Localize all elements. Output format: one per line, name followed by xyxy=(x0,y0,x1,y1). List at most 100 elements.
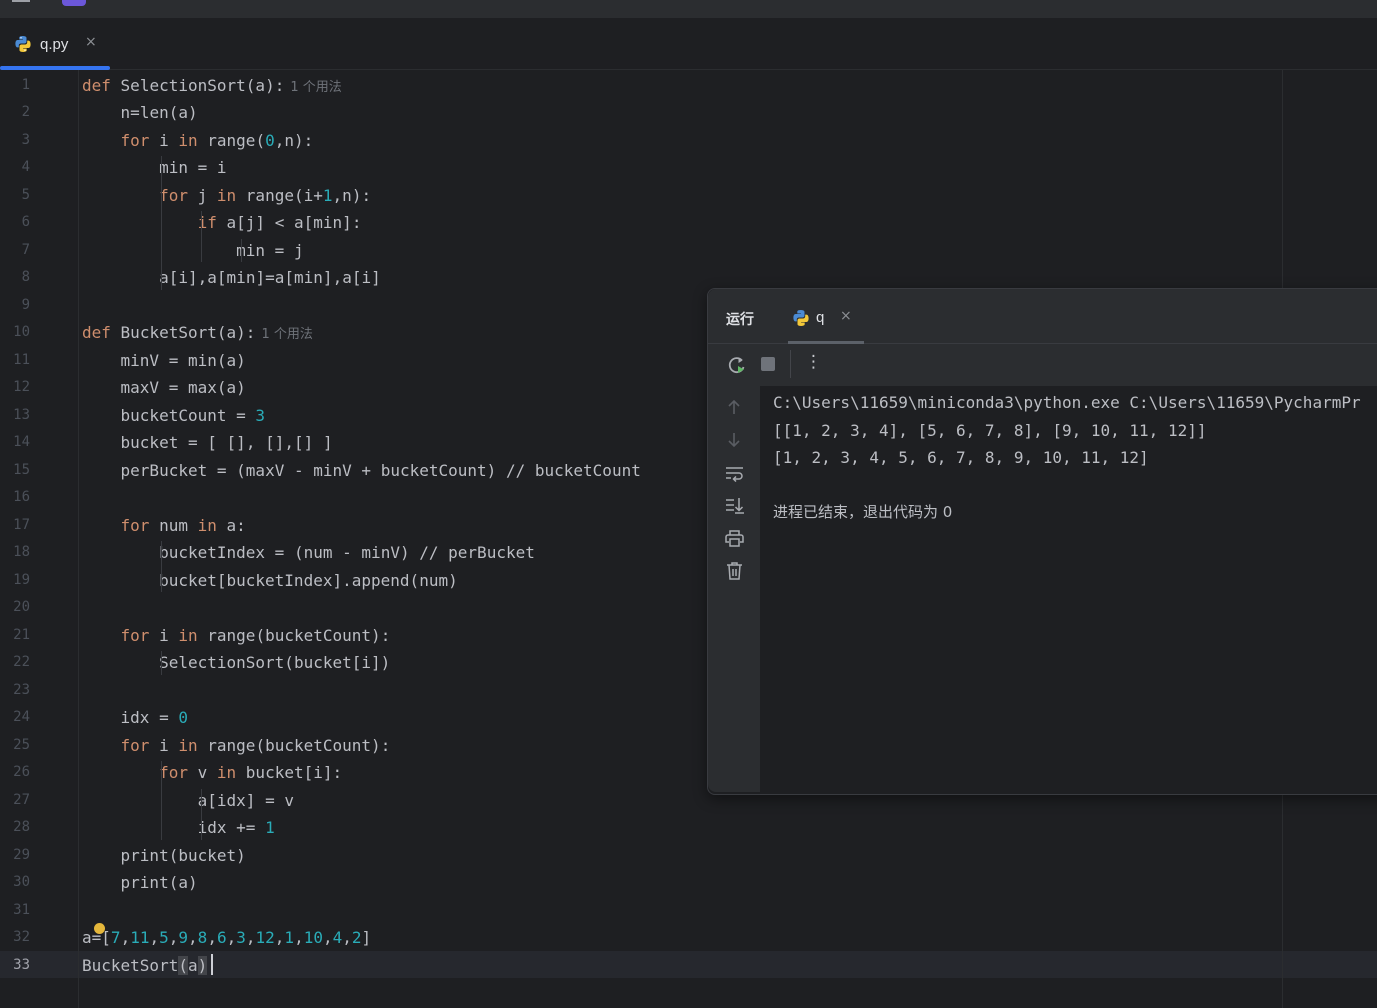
indent-guide xyxy=(161,761,162,840)
run-side-toolbar xyxy=(708,386,760,792)
line-number: 7 xyxy=(21,241,30,258)
line-number: 18 xyxy=(13,544,30,560)
line-number: 9 xyxy=(21,296,30,313)
code-line: for i in range(bucketCount): xyxy=(120,625,391,645)
run-panel-header: 运行 q × xyxy=(708,289,1377,344)
toolbar-separator xyxy=(790,350,791,378)
code-line: maxV = max(a) xyxy=(120,378,246,397)
code-line: n=len(a) xyxy=(120,103,198,122)
line-number: 32 xyxy=(13,929,30,945)
line-number: 14 xyxy=(13,434,30,450)
line-number: 8 xyxy=(21,269,30,285)
run-tool-window: 运行 q × ⋮ C:\Users\11659\miniconda3\pytho… xyxy=(707,288,1377,795)
console-line: [[1, 2, 3, 4], [5, 6, 7, 8], [9, 10, 11,… xyxy=(773,420,1207,440)
indent-guide xyxy=(161,651,162,675)
python-file-icon xyxy=(792,309,810,331)
line-number: 4 xyxy=(21,159,30,175)
code-line: SelectionSort(bucket[i]) xyxy=(159,653,391,672)
tab-filename: q.py xyxy=(40,36,69,53)
line-number: 20 xyxy=(13,599,30,615)
code-line: a[idx] = v xyxy=(197,790,294,810)
line-number: 26 xyxy=(13,764,30,780)
code-line: idx += 1 xyxy=(197,818,275,837)
trash-icon[interactable] xyxy=(726,561,743,584)
scroll-down-icon[interactable] xyxy=(726,431,742,453)
lightbulb-icon[interactable] xyxy=(94,923,105,934)
run-tab-q[interactable]: q × xyxy=(788,289,864,344)
code-line: for i in range(bucketCount): xyxy=(120,735,391,755)
tab-q-py[interactable]: q.py × xyxy=(0,18,110,70)
line-number: 13 xyxy=(13,406,30,423)
indent-guide xyxy=(161,156,162,290)
code-line: print(a) xyxy=(120,873,198,892)
code-line: for j in range(i+1,n): xyxy=(159,185,372,205)
line-number: 30 xyxy=(13,874,30,890)
line-number: 1 xyxy=(21,76,30,93)
line-number: 24 xyxy=(13,709,30,725)
line-number: 17 xyxy=(13,516,30,533)
line-number: 31 xyxy=(13,901,30,918)
code-line: bucketCount = 3 xyxy=(120,405,266,425)
scroll-to-end-icon[interactable] xyxy=(725,497,744,518)
line-number: 25 xyxy=(13,736,30,753)
code-line: BucketSort(a) xyxy=(82,955,208,975)
code-line: for num in a: xyxy=(120,515,246,535)
code-line: for v in bucket[i]: xyxy=(159,763,343,782)
code-line: perBucket = (maxV - minV + bucketCount) … xyxy=(120,460,641,480)
scroll-up-icon[interactable] xyxy=(726,398,742,420)
code-line: bucket[bucketIndex].append(num) xyxy=(159,570,458,590)
console-output[interactable]: C:\Users\11659\miniconda3\python.exe C:\… xyxy=(773,389,1361,527)
code-line: def BucketSort(a): 1 个用法 xyxy=(82,323,313,342)
code-line: bucket = [ [], [],[] ] xyxy=(120,433,333,452)
console-line: [1, 2, 3, 4, 5, 6, 7, 8, 9, 10, 11, 12] xyxy=(773,448,1149,467)
indent-guide xyxy=(241,238,242,262)
code-line: if a[j] < a[min]: xyxy=(197,213,362,232)
indent-guide xyxy=(201,788,202,840)
print-icon[interactable] xyxy=(725,529,744,551)
editor-tab-bar: q.py × xyxy=(0,18,1377,70)
gutter-divider xyxy=(78,70,79,1008)
console-line: C:\Users\11659\miniconda3\python.exe C:\… xyxy=(773,393,1361,412)
line-number: 23 xyxy=(13,681,30,698)
line-number: 6 xyxy=(21,214,30,230)
usage-hint[interactable]: 1 个用法 xyxy=(290,80,341,95)
code-line: min = i xyxy=(159,158,227,177)
rerun-icon[interactable] xyxy=(726,354,748,380)
code-line: def SelectionSort(a): 1 个用法 xyxy=(82,75,342,95)
line-number: 29 xyxy=(13,846,30,863)
line-number: 21 xyxy=(13,626,30,643)
line-number: 27 xyxy=(13,791,30,808)
line-number: 2 xyxy=(21,104,30,120)
line-number: 19 xyxy=(13,571,30,588)
line-number: 28 xyxy=(13,819,30,835)
project-badge[interactable] xyxy=(62,0,86,6)
close-icon[interactable]: × xyxy=(85,34,97,50)
code-line: bucketIndex = (num - minV) // perBucket xyxy=(159,543,535,562)
code-line: idx = 0 xyxy=(120,708,188,727)
more-icon[interactable]: ⋮ xyxy=(805,352,822,372)
indent-guide xyxy=(201,211,202,262)
menu-icon[interactable] xyxy=(12,0,30,4)
code-line: print(bucket) xyxy=(120,845,246,865)
line-number: 33 xyxy=(13,956,30,973)
python-file-icon xyxy=(14,35,32,57)
stop-icon[interactable] xyxy=(761,357,775,371)
code-line: for i in range(0,n): xyxy=(120,130,314,150)
code-line: a[i],a[min]=a[min],a[i] xyxy=(159,268,381,287)
line-number: 5 xyxy=(21,186,30,203)
line-number: 3 xyxy=(21,131,30,148)
code-line: minV = min(a) xyxy=(120,350,246,370)
line-number: 15 xyxy=(13,461,30,478)
close-icon[interactable]: × xyxy=(840,308,852,324)
title-bar xyxy=(0,0,1377,18)
line-number: 10 xyxy=(13,324,30,340)
usage-hint[interactable]: 1 个用法 xyxy=(261,327,312,342)
line-number: 16 xyxy=(13,489,30,505)
code-line: a=[7,11,5,9,8,6,3,12,1,10,4,2] xyxy=(82,928,372,947)
indent-guide xyxy=(161,541,162,592)
line-number: 22 xyxy=(13,654,30,670)
run-tab-label: q xyxy=(816,309,825,326)
soft-wrap-icon[interactable] xyxy=(725,465,744,486)
text-caret xyxy=(211,954,213,975)
